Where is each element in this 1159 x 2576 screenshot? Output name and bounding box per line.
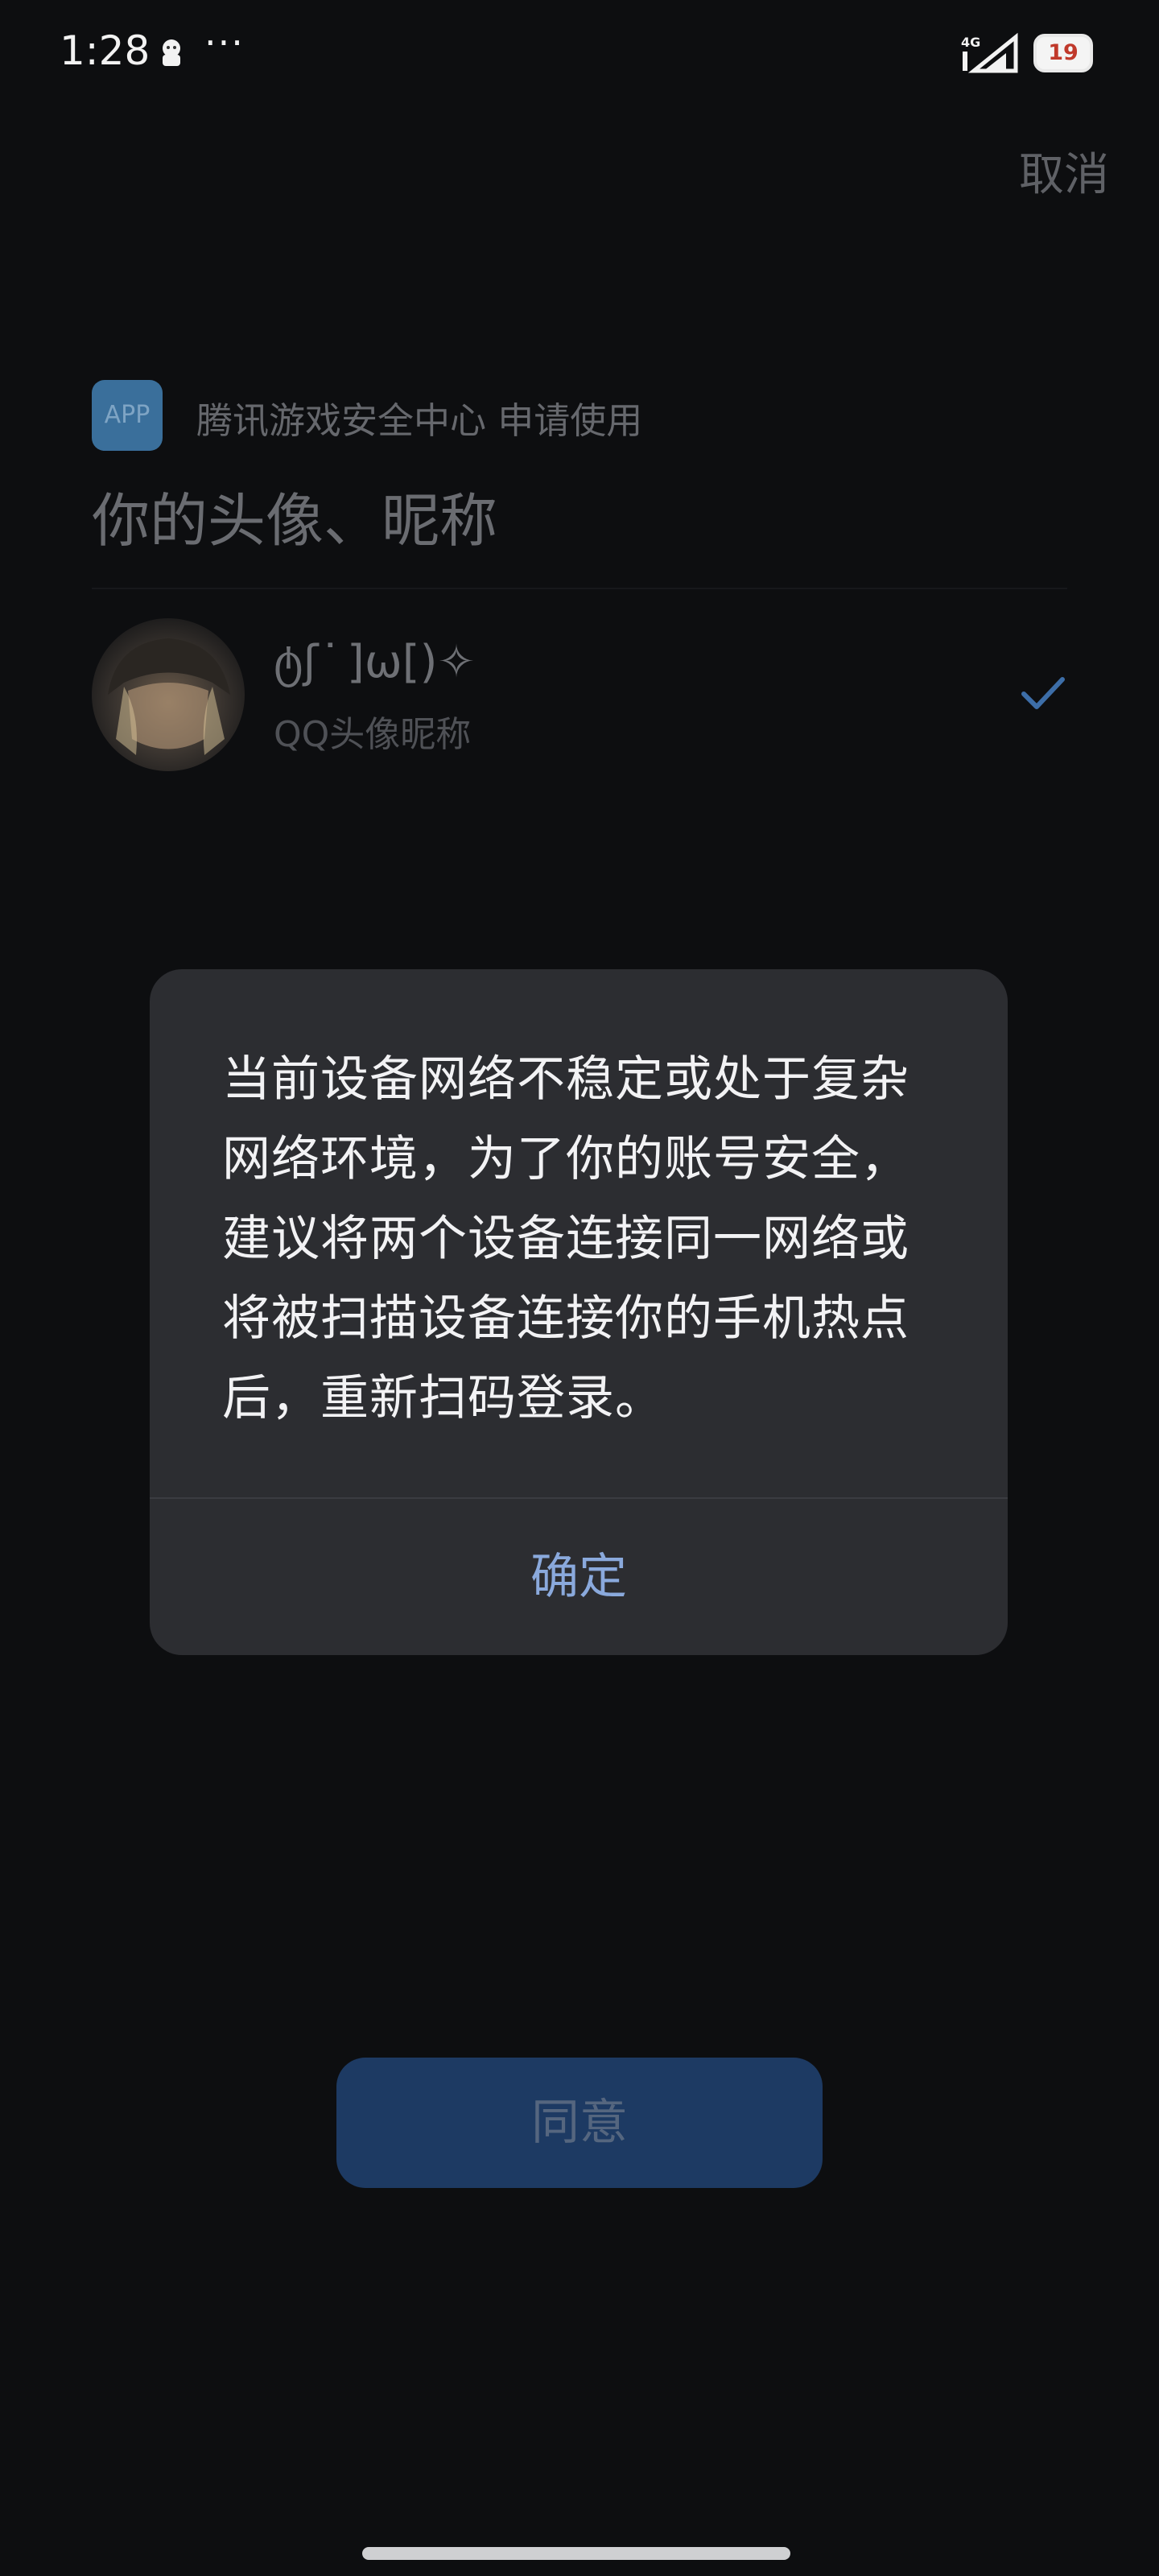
- home-indicator[interactable]: [362, 2547, 790, 2560]
- permission-title: 你的头像、昵称: [92, 487, 498, 555]
- check-icon[interactable]: [1021, 675, 1066, 713]
- app-request-text: 腾讯游戏安全中心 申请使用: [196, 399, 643, 442]
- notification-app-icon: [163, 39, 180, 66]
- confirm-button[interactable]: 确定: [150, 1499, 1008, 1655]
- app-icon: APP: [92, 380, 163, 451]
- screen: 1:28 ··· 4G 19 取消 APP 腾讯游戏安全中心 申请使用 你的头像…: [0, 0, 1159, 2576]
- divider: [92, 588, 1067, 589]
- cancel-button[interactable]: 取消: [1019, 138, 1109, 204]
- avatar: [92, 618, 245, 771]
- dialog-message: 当前设备网络不稳定或处于复杂网络环境，为了你的账号安全，建议将两个设备连接同一网…: [222, 1051, 909, 1426]
- more-notifications-icon: ···: [204, 21, 245, 64]
- avatar-image: [108, 638, 230, 755]
- network-warning-dialog: 当前设备网络不稳定或处于复杂网络环境，为了你的账号安全，建议将两个设备连接同一网…: [150, 969, 1008, 1655]
- battery-level: 19: [1048, 40, 1079, 65]
- nickname: ტʃ ͘ ]ω[)✧: [274, 636, 476, 688]
- signal-icon: 4G: [961, 32, 1018, 73]
- battery-icon: 19: [1033, 34, 1093, 72]
- svg-text:4G: 4G: [961, 35, 980, 50]
- nickname-description: QQ头像昵称: [274, 714, 472, 755]
- agree-button[interactable]: 同意: [336, 2058, 823, 2188]
- status-time: 1:28: [60, 27, 151, 74]
